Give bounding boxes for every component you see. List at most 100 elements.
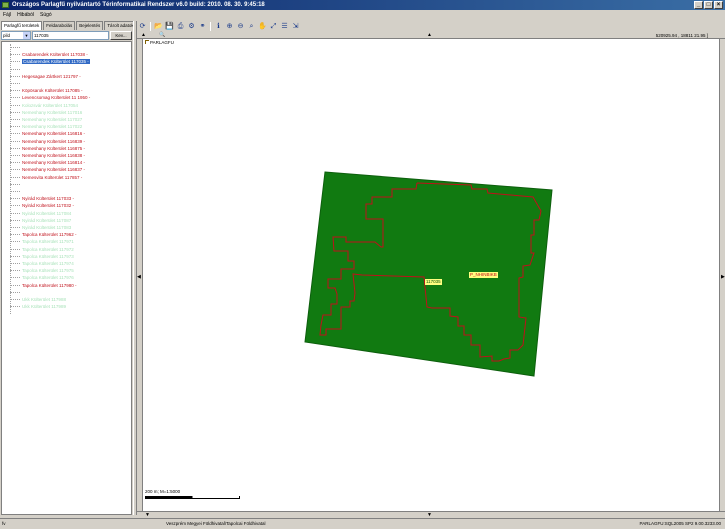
- tree-item-label: Nemesvita Külterület 117857 -: [22, 174, 83, 180]
- tree-item[interactable]: Nemeshany Külterület 116837 -: [10, 166, 85, 173]
- tree-item[interactable]: Kolozsvár Külterület 117054: [10, 102, 78, 109]
- print-icon[interactable]: ⎙: [176, 22, 185, 31]
- tree-item[interactable]: Nemeshany Külterület 116838 -: [10, 152, 85, 159]
- map-top-bar: ▲ 🔍 ▲ 520925.94 , 18811 21.95 ]: [137, 32, 725, 39]
- toolbar-separator: [210, 22, 211, 31]
- zoom-in-icon[interactable]: ⊕: [225, 22, 234, 31]
- tree-item-label: Köpösarok Külterület 117085 -: [22, 88, 83, 94]
- tree-item[interactable]: [10, 66, 22, 73]
- maximize-button[interactable]: □: [704, 1, 713, 9]
- arrow-right-icon[interactable]: ▶: [721, 275, 725, 280]
- open-folder-icon[interactable]: 📂: [154, 22, 163, 31]
- tree-item[interactable]: [10, 289, 22, 296]
- window-title: Országos Parlagfű nyilvántartó Térinform…: [12, 2, 265, 8]
- tree-item[interactable]: Nyirád Külterület 117084: [10, 210, 71, 217]
- tree-item[interactable]: Tapolca Külterület 117976: [10, 274, 74, 281]
- tab-report[interactable]: Bejelentés: [76, 21, 104, 30]
- tree-item-label: Tapolca Külterület 117972: [22, 246, 74, 252]
- zoom-window-icon[interactable]: ⌕: [247, 22, 256, 31]
- tree-item-label: Levencsomag Külterület 11 1950 -: [22, 95, 91, 101]
- tree-item[interactable]: Nemeshany Külterület 116814 -: [10, 159, 85, 166]
- arrow-up-icon[interactable]: ▲: [427, 33, 432, 38]
- app-icon: [2, 2, 9, 8]
- pan-hand-icon[interactable]: ✋: [258, 22, 267, 31]
- tree-item-label: Kolozsvár Külterület 117054: [22, 102, 78, 108]
- infested-label: P_NHINBIKB: [469, 272, 498, 278]
- search-input[interactable]: 117035: [32, 31, 109, 40]
- menu-file[interactable]: Fájl: [3, 10, 11, 20]
- tree-item[interactable]: Nyirád Külterület 117033 -: [10, 195, 74, 202]
- search-field-select[interactable]: pild ▼: [1, 31, 31, 40]
- info-icon[interactable]: ℹ: [214, 22, 223, 31]
- settings-icon[interactable]: ⚙: [187, 22, 196, 31]
- tree-item-label: Ukk Külterület 117989: [22, 304, 66, 310]
- tree-item[interactable]: Nyirád Külterület 117032 -: [10, 202, 74, 209]
- tree-item-label: Nemeshany Külterület 116839 -: [22, 138, 85, 144]
- tree-item-label: Tapolca Külterület 117971: [22, 239, 74, 245]
- close-button[interactable]: ×: [714, 1, 723, 9]
- tree-item[interactable]: Ukk Külterület 117988: [10, 296, 66, 303]
- tree-item-label: Ukk Külterület 117988: [22, 297, 66, 302]
- refresh-icon[interactable]: ⟳: [138, 22, 147, 31]
- tree-item[interactable]: [10, 44, 22, 51]
- tree-item[interactable]: [10, 80, 22, 87]
- tree-item-label: Tapolca Külterület 117980 -: [22, 282, 77, 288]
- export-icon[interactable]: ⇲: [291, 22, 300, 31]
- tree-item-label: Tapolca Külterület 117975: [22, 268, 74, 274]
- tree-item[interactable]: Tapolca Külterület 117972: [10, 246, 74, 253]
- tree-item[interactable]: Nemeshany Külterület 117016: [10, 109, 82, 116]
- tree-item[interactable]: Levencsomag Külterület 11 1950 -: [10, 94, 90, 101]
- tree-item-label: Nemeshany Külterület 117027: [22, 117, 83, 122]
- tree-item[interactable]: Nemeshany Külterület 117027: [10, 116, 82, 123]
- tree-item[interactable]: Nemeshany Külterület 116875 -: [10, 145, 85, 152]
- tree-item-label: Tapolca Külterület 117962 -: [22, 232, 77, 238]
- menu-bar: Fájl Hibából Súgó: [0, 10, 725, 20]
- parcel-tree[interactable]: Csabarendek Külterület 117038 - Csabarend…: [1, 41, 132, 515]
- tree-item[interactable]: Csabarendek Külterület 117035 -: [10, 58, 90, 65]
- tree-item[interactable]: [10, 181, 22, 188]
- tree-item[interactable]: Nemeshany Külterület 116839 -: [10, 138, 85, 145]
- scale-bar: 200 m; M=1:5000: [145, 489, 240, 499]
- tree-item[interactable]: Tapolca Külterület 117962 -: [10, 231, 76, 238]
- tree-item[interactable]: Nyirád Külterület 117083: [10, 224, 71, 231]
- menu-errors[interactable]: Hibából: [17, 10, 34, 20]
- map-toolbar: ⟳ 📂 💾 ⎙ ⚙ ⚭ ℹ ⊕ ⊖ ⌕ ✋ ⤢ ☰ ⇲: [137, 21, 725, 32]
- save-icon[interactable]: 💾: [165, 22, 174, 31]
- tab-ragweed-areas[interactable]: Parlagfű területek: [1, 21, 43, 30]
- tree-item[interactable]: Tapolca Külterület 117975: [10, 267, 74, 274]
- status-bar: fv Veszprém Megyei Földhivatal\Tapolcai …: [0, 518, 725, 529]
- tree-item[interactable]: Tapolca Külterület 117973: [10, 253, 74, 260]
- tree-item[interactable]: Csabarendek Külterület 117038 -: [10, 51, 88, 58]
- status-left: fv: [2, 521, 6, 526]
- zoom-icon[interactable]: 🔍: [159, 33, 165, 38]
- arrow-up-left-icon[interactable]: ▲: [141, 33, 146, 38]
- tree-item[interactable]: Köpösarok Külterület 117085 -: [10, 87, 82, 94]
- zoom-extent-icon[interactable]: ⤢: [269, 22, 278, 31]
- chevron-down-icon[interactable]: ▼: [23, 32, 30, 39]
- tree-item[interactable]: Tapolca Külterület 117974: [10, 260, 74, 267]
- tree-item[interactable]: Ukk Külterület 117989: [10, 303, 66, 310]
- minimize-button[interactable]: _: [694, 1, 703, 9]
- search-button[interactable]: Kev...: [110, 31, 132, 40]
- tree-item-label: Nemeshany Külterület 116837 -: [22, 167, 85, 173]
- tree-item-label: Nyirád Külterület 117083: [22, 225, 72, 230]
- tree-item-label: Hegesagae Zártkert 121797 -: [22, 73, 81, 79]
- tree-item[interactable]: Nyirád Külterület 117087: [10, 217, 71, 224]
- map-canvas[interactable]: PARLAGFU 117035 P_NHINBIKB 200 m; M=1:50…: [143, 39, 719, 511]
- tree-item[interactable]: Nemeshany Külterület 117022: [10, 123, 82, 130]
- binoculars-icon[interactable]: ⚭: [198, 22, 207, 31]
- tree-item[interactable]: Nemeshany Külterület 116816 -: [10, 130, 85, 137]
- tree-item[interactable]: [10, 188, 22, 195]
- parcel-polygon[interactable]: [304, 171, 553, 377]
- layers-icon[interactable]: ☰: [280, 22, 289, 31]
- arrow-left-icon[interactable]: ◀: [137, 275, 141, 280]
- tab-division[interactable]: Feldarabolás: [43, 21, 76, 30]
- zoom-out-icon[interactable]: ⊖: [236, 22, 245, 31]
- tree-item[interactable]: Tapolca Külterület 117980 -: [10, 282, 76, 289]
- tree-item[interactable]: Nemesvita Külterület 117857 -: [10, 174, 82, 181]
- menu-help[interactable]: Súgó: [40, 10, 52, 20]
- tab-stored-data[interactable]: Tárolt adatok: [104, 21, 137, 30]
- tree-item[interactable]: Tapolca Külterület 117971: [10, 238, 74, 245]
- tree-item[interactable]: Hegesagae Zártkert 121797 -: [10, 73, 81, 80]
- tree-item-label: Tapolca Külterület 117973: [22, 253, 74, 259]
